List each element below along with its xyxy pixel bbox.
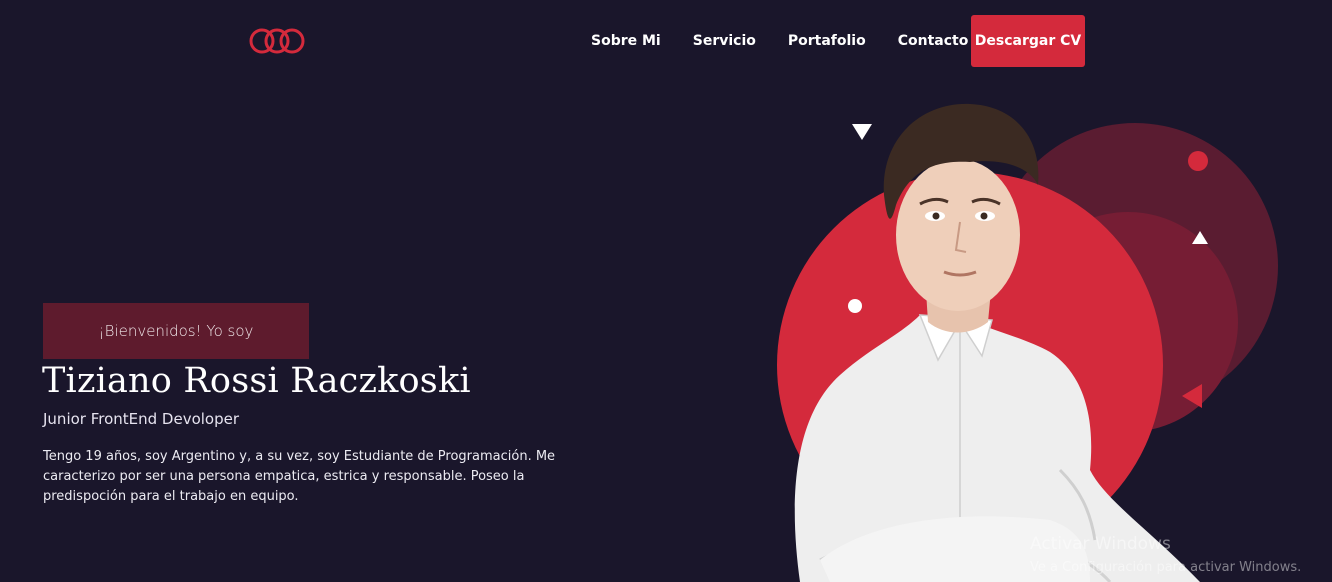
nav-link-portafolio[interactable]: Portafolio [788,33,866,49]
main-nav: Sobre Mi Servicio Portafolio Contacto [575,14,984,68]
triangle-down-icon [852,124,872,140]
welcome-badge: ¡Bienvenidos! Yo soy [43,303,309,359]
hero-role: Junior FrontEnd Devoloper [43,410,240,428]
dot-red-icon [1188,151,1208,171]
hero-bio: Tengo 19 años, soy Argentino y, a su vez… [43,449,556,504]
hero-name: Tiziano Rossi Raczkoski [42,361,471,401]
windows-activation-title: Activar Windows [1030,534,1171,554]
nav-link-servicio[interactable]: Servicio [693,33,756,49]
download-cv-button[interactable]: Descargar CV [971,15,1085,67]
nav-link-sobre-mi[interactable]: Sobre Mi [591,33,661,49]
hero-artwork [777,103,1278,582]
nav-link-contacto[interactable]: Contacto [898,33,969,49]
windows-activation-subtitle: Ve a Configuración para activar Windows. [1030,560,1302,575]
dot-white-icon [848,299,862,313]
triple-rings-logo-icon[interactable] [248,24,306,58]
